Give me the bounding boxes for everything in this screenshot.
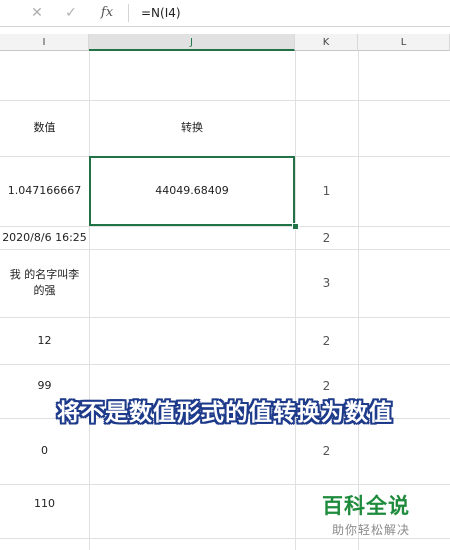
grid-line	[358, 51, 359, 550]
column-header-l[interactable]: L	[358, 34, 450, 51]
active-cell-border	[89, 156, 295, 226]
cell-j-row9[interactable]	[89, 484, 295, 524]
formula-input[interactable]: =N(I4)	[141, 4, 181, 22]
cell-j-row1[interactable]	[89, 51, 295, 100]
cell-i-row5[interactable]: 我 的名字叫李的强	[0, 249, 89, 317]
cell-k-row3[interactable]: 1	[295, 156, 358, 226]
cancel-icon[interactable]: ✕	[26, 3, 48, 23]
cell-j-row8[interactable]	[89, 418, 295, 484]
column-header-k[interactable]: K	[295, 34, 358, 51]
confirm-icon[interactable]: ✓	[60, 3, 82, 23]
cell-i-row9[interactable]: 110	[0, 484, 89, 524]
watermark-logo: 百科全说	[322, 494, 410, 518]
caption-overlay: 将不是数值形式的值转换为数值	[57, 400, 393, 426]
cell-i-row1[interactable]	[0, 51, 89, 100]
formula-bar: ✕ ✓ fx =N(I4)	[0, 0, 450, 27]
cell-j-row6[interactable]	[89, 317, 295, 364]
grid-line	[0, 538, 450, 539]
fill-handle[interactable]	[292, 223, 299, 230]
cell-j-row5[interactable]	[89, 249, 295, 317]
cell-k-row1[interactable]	[295, 51, 358, 100]
cell-k-row5[interactable]: 3	[295, 249, 358, 317]
cell-i-row2[interactable]: 数值	[0, 100, 89, 156]
watermark-subtitle: 助你轻松解决	[332, 523, 411, 537]
cell-k-row4[interactable]: 2	[295, 226, 358, 249]
cell-i-row8[interactable]: 0	[0, 418, 89, 484]
cell-i-row3[interactable]: 1.047166667	[0, 156, 89, 226]
divider	[128, 4, 129, 22]
cell-i-row4[interactable]: 2020/8/6 16:25	[0, 226, 89, 249]
column-header-j[interactable]: J	[89, 34, 295, 51]
cell-j-row2[interactable]: 转换	[89, 100, 295, 156]
cell-k-row6[interactable]: 2	[295, 317, 358, 364]
column-header-i[interactable]: I	[0, 34, 89, 51]
function-icon[interactable]: fx	[96, 3, 118, 23]
cell-i-row6[interactable]: 12	[0, 317, 89, 364]
cell-k-row8[interactable]: 2	[295, 418, 358, 484]
cell-j-row4[interactable]	[89, 226, 295, 249]
cell-k-row2[interactable]	[295, 100, 358, 156]
